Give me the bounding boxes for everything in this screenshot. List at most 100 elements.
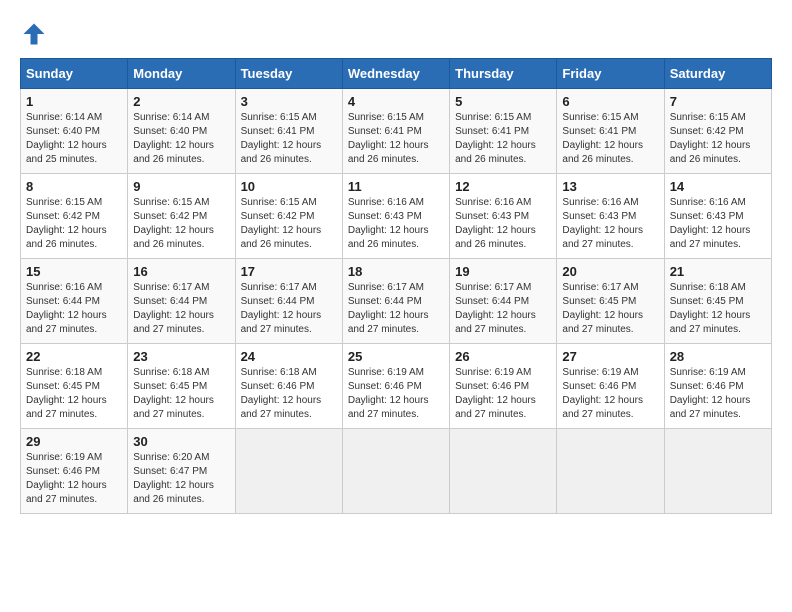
day-info: Sunrise: 6:18 AMSunset: 6:45 PMDaylight:… xyxy=(133,366,229,422)
calendar-cell: 1 Sunrise: 6:14 AMSunset: 6:40 PMDaylight… xyxy=(21,89,128,174)
calendar-cell: 25Sunrise: 6:19 AMSunset: 6:46 PMDayligh… xyxy=(342,344,449,429)
calendar-cell: 24 Sunrise: 6:18 AMSunset: 6:46 PMDayligh… xyxy=(235,344,342,429)
day-info: Sunrise: 6:18 AMSunset: 6:45 PMDaylight:… xyxy=(26,366,122,422)
calendar-cell: 26 Sunrise: 6:19 AMSunset: 6:46 PMDayligh… xyxy=(450,344,557,429)
calendar-cell: 17Sunrise: 6:17 AMSunset: 6:44 PMDayligh… xyxy=(235,259,342,344)
day-info: Sunrise: 6:15 AMSunset: 6:42 PMDaylight:… xyxy=(133,196,229,252)
day-number: 28 xyxy=(670,349,766,364)
day-info: Sunrise: 6:14 AMSunset: 6:40 PMDaylight:… xyxy=(26,111,122,167)
header-cell-thursday: Thursday xyxy=(450,59,557,89)
logo-icon xyxy=(20,20,48,48)
calendar-cell: 22Sunrise: 6:18 AMSunset: 6:45 PMDayligh… xyxy=(21,344,128,429)
day-info: Sunrise: 6:16 AMSunset: 6:43 PMDaylight:… xyxy=(562,196,658,252)
calendar-cell: 28 Sunrise: 6:19 AMSunset: 6:46 PMDayligh… xyxy=(664,344,771,429)
calendar-cell: 23 Sunrise: 6:18 AMSunset: 6:45 PMDayligh… xyxy=(128,344,235,429)
header-cell-friday: Friday xyxy=(557,59,664,89)
header-cell-sunday: Sunday xyxy=(21,59,128,89)
day-info: Sunrise: 6:15 AMSunset: 6:41 PMDaylight:… xyxy=(241,111,337,167)
day-info: Sunrise: 6:17 AMSunset: 6:44 PMDaylight:… xyxy=(348,281,444,337)
calendar-cell: 10 Sunrise: 6:15 AMSunset: 6:42 PMDayligh… xyxy=(235,174,342,259)
calendar-cell: 21 Sunrise: 6:18 AMSunset: 6:45 PMDayligh… xyxy=(664,259,771,344)
day-info: Sunrise: 6:14 AMSunset: 6:40 PMDaylight:… xyxy=(133,111,229,167)
calendar-cell: 11 Sunrise: 6:16 AMSunset: 6:43 PMDayligh… xyxy=(342,174,449,259)
calendar-cell xyxy=(557,429,664,514)
calendar-cell: 8 Sunrise: 6:15 AMSunset: 6:42 PMDaylight… xyxy=(21,174,128,259)
calendar-cell: 4 Sunrise: 6:15 AMSunset: 6:41 PMDaylight… xyxy=(342,89,449,174)
day-info: Sunrise: 6:17 AMSunset: 6:45 PMDaylight:… xyxy=(562,281,658,337)
day-info: Sunrise: 6:19 AMSunset: 6:46 PMDaylight:… xyxy=(348,366,444,422)
header xyxy=(20,20,772,48)
day-number: 13 xyxy=(562,179,658,194)
day-number: 21 xyxy=(670,264,766,279)
week-row-4: 22Sunrise: 6:18 AMSunset: 6:45 PMDayligh… xyxy=(21,344,772,429)
day-info: Sunrise: 6:15 AMSunset: 6:42 PMDaylight:… xyxy=(670,111,766,167)
day-number: 6 xyxy=(562,94,658,109)
day-number: 23 xyxy=(133,349,229,364)
calendar-cell xyxy=(235,429,342,514)
day-number: 1 xyxy=(26,94,122,109)
day-info: Sunrise: 6:16 AMSunset: 6:44 PMDaylight:… xyxy=(26,281,122,337)
calendar-cell: 20 Sunrise: 6:17 AMSunset: 6:45 PMDayligh… xyxy=(557,259,664,344)
day-number: 12 xyxy=(455,179,551,194)
calendar-body: 1 Sunrise: 6:14 AMSunset: 6:40 PMDaylight… xyxy=(21,89,772,514)
calendar-cell: 19 Sunrise: 6:17 AMSunset: 6:44 PMDayligh… xyxy=(450,259,557,344)
day-number: 19 xyxy=(455,264,551,279)
day-number: 30 xyxy=(133,434,229,449)
calendar-cell: 6 Sunrise: 6:15 AMSunset: 6:41 PMDaylight… xyxy=(557,89,664,174)
day-number: 10 xyxy=(241,179,337,194)
day-number: 3 xyxy=(241,94,337,109)
day-info: Sunrise: 6:16 AMSunset: 6:43 PMDaylight:… xyxy=(455,196,551,252)
day-number: 4 xyxy=(348,94,444,109)
day-number: 18 xyxy=(348,264,444,279)
day-number: 14 xyxy=(670,179,766,194)
day-info: Sunrise: 6:15 AMSunset: 6:42 PMDaylight:… xyxy=(26,196,122,252)
calendar-cell: 7 Sunrise: 6:15 AMSunset: 6:42 PMDaylight… xyxy=(664,89,771,174)
header-row: SundayMondayTuesdayWednesdayThursdayFrid… xyxy=(21,59,772,89)
calendar-cell: 5Sunrise: 6:15 AMSunset: 6:41 PMDaylight… xyxy=(450,89,557,174)
day-info: Sunrise: 6:17 AMSunset: 6:44 PMDaylight:… xyxy=(133,281,229,337)
header-cell-wednesday: Wednesday xyxy=(342,59,449,89)
header-cell-monday: Monday xyxy=(128,59,235,89)
day-info: Sunrise: 6:16 AMSunset: 6:43 PMDaylight:… xyxy=(670,196,766,252)
day-info: Sunrise: 6:20 AMSunset: 6:47 PMDaylight:… xyxy=(133,451,229,507)
header-cell-saturday: Saturday xyxy=(664,59,771,89)
day-info: Sunrise: 6:15 AMSunset: 6:41 PMDaylight:… xyxy=(348,111,444,167)
day-info: Sunrise: 6:18 AMSunset: 6:45 PMDaylight:… xyxy=(670,281,766,337)
day-info: Sunrise: 6:15 AMSunset: 6:41 PMDaylight:… xyxy=(562,111,658,167)
header-cell-tuesday: Tuesday xyxy=(235,59,342,89)
day-info: Sunrise: 6:19 AMSunset: 6:46 PMDaylight:… xyxy=(670,366,766,422)
day-info: Sunrise: 6:19 AMSunset: 6:46 PMDaylight:… xyxy=(455,366,551,422)
day-info: Sunrise: 6:15 AMSunset: 6:41 PMDaylight:… xyxy=(455,111,551,167)
day-number: 17 xyxy=(241,264,337,279)
calendar-cell xyxy=(342,429,449,514)
day-number: 7 xyxy=(670,94,766,109)
week-row-2: 8 Sunrise: 6:15 AMSunset: 6:42 PMDaylight… xyxy=(21,174,772,259)
calendar-cell xyxy=(450,429,557,514)
day-info: Sunrise: 6:18 AMSunset: 6:46 PMDaylight:… xyxy=(241,366,337,422)
day-info: Sunrise: 6:19 AMSunset: 6:46 PMDaylight:… xyxy=(562,366,658,422)
calendar-cell: 15 Sunrise: 6:16 AMSunset: 6:44 PMDayligh… xyxy=(21,259,128,344)
calendar-cell: 30 Sunrise: 6:20 AMSunset: 6:47 PMDayligh… xyxy=(128,429,235,514)
calendar-cell: 12 Sunrise: 6:16 AMSunset: 6:43 PMDayligh… xyxy=(450,174,557,259)
calendar-cell: 14 Sunrise: 6:16 AMSunset: 6:43 PMDayligh… xyxy=(664,174,771,259)
day-info: Sunrise: 6:19 AMSunset: 6:46 PMDaylight:… xyxy=(26,451,122,507)
day-number: 11 xyxy=(348,179,444,194)
day-number: 8 xyxy=(26,179,122,194)
day-number: 24 xyxy=(241,349,337,364)
day-number: 20 xyxy=(562,264,658,279)
day-number: 16 xyxy=(133,264,229,279)
calendar-header: SundayMondayTuesdayWednesdayThursdayFrid… xyxy=(21,59,772,89)
calendar-cell: 18 Sunrise: 6:17 AMSunset: 6:44 PMDayligh… xyxy=(342,259,449,344)
day-number: 15 xyxy=(26,264,122,279)
calendar-cell xyxy=(664,429,771,514)
calendar-cell: 27Sunrise: 6:19 AMSunset: 6:46 PMDayligh… xyxy=(557,344,664,429)
calendar-cell: 3 Sunrise: 6:15 AMSunset: 6:41 PMDaylight… xyxy=(235,89,342,174)
day-number: 26 xyxy=(455,349,551,364)
day-info: Sunrise: 6:16 AMSunset: 6:43 PMDaylight:… xyxy=(348,196,444,252)
calendar-cell: 16 Sunrise: 6:17 AMSunset: 6:44 PMDayligh… xyxy=(128,259,235,344)
day-info: Sunrise: 6:15 AMSunset: 6:42 PMDaylight:… xyxy=(241,196,337,252)
day-number: 29 xyxy=(26,434,122,449)
day-info: Sunrise: 6:17 AMSunset: 6:44 PMDaylight:… xyxy=(455,281,551,337)
calendar-cell: 2Sunrise: 6:14 AMSunset: 6:40 PMDaylight… xyxy=(128,89,235,174)
calendar-cell: 29 Sunrise: 6:19 AMSunset: 6:46 PMDayligh… xyxy=(21,429,128,514)
